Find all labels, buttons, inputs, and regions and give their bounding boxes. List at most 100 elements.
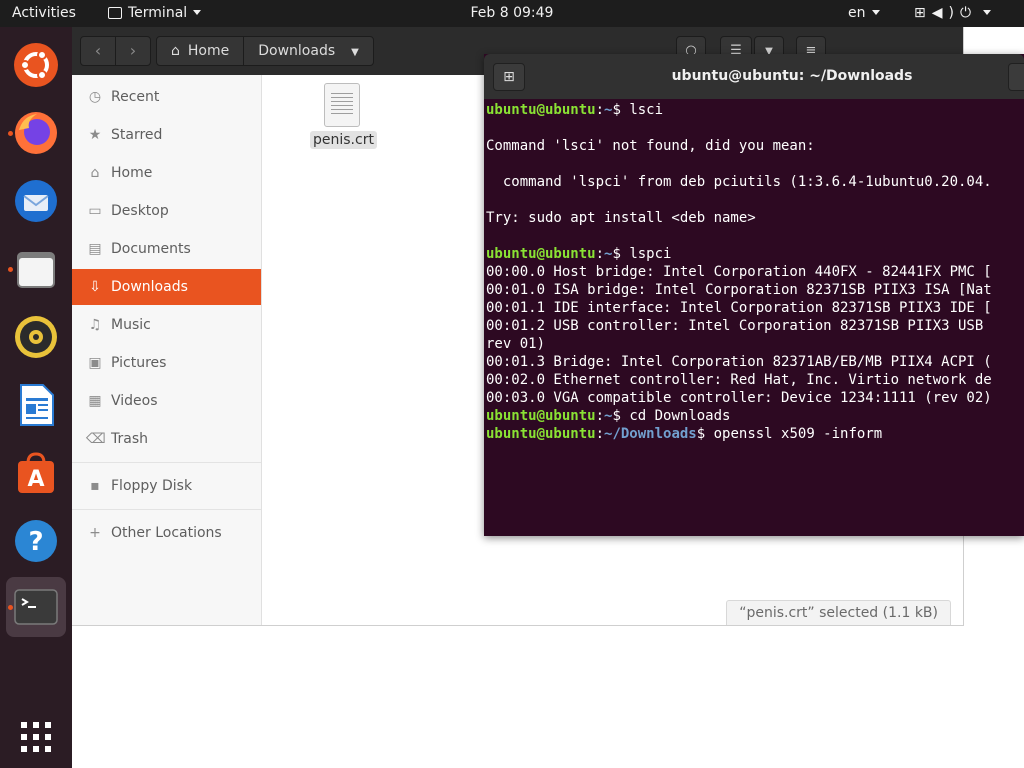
top-bar: Activities Terminal Feb 8 09:49 en ⊞◀)⏻ <box>0 0 1024 27</box>
sidebar-item-label: Desktop <box>111 203 169 219</box>
prompt-user: ubuntu@ubuntu <box>486 408 596 424</box>
breadcrumb-home-label: Home <box>187 43 230 59</box>
software-bag-icon: A <box>18 452 54 493</box>
writer-icon <box>20 384 54 426</box>
sidebar-item-label: Documents <box>111 241 191 257</box>
terminal-prompt-line: ubuntu@ubuntu:~/Downloads$ openssl x509 … <box>486 425 1024 443</box>
text-file-icon <box>324 83 360 127</box>
dock-item-ubuntu[interactable] <box>6 35 66 95</box>
activities-button[interactable]: Activities <box>12 0 76 27</box>
sidebar-item-documents[interactable]: ▤ Documents <box>72 231 261 267</box>
power-icon: ⏻ <box>959 5 978 21</box>
dock-item-help[interactable]: ? <box>6 511 66 571</box>
file-item[interactable]: penis.crt <box>310 83 377 149</box>
sidebar-item-downloads[interactable]: ⇩ Downloads <box>72 269 261 305</box>
grid-icon <box>21 722 51 752</box>
plus-icon: + <box>89 525 101 541</box>
terminal-output-line: rev 01) <box>486 336 546 352</box>
chevron-down-icon <box>871 10 880 15</box>
sidebar-item-label: Other Locations <box>111 525 222 541</box>
clock[interactable]: Feb 8 09:49 <box>471 5 554 21</box>
selection-status: “penis.crt” selected (1.1 kB) <box>726 600 951 625</box>
terminal-prompt-line: ubuntu@ubuntu:~$ cd Downloads <box>486 407 1024 425</box>
sidebar-item-music[interactable]: ♫ Music <box>72 307 261 343</box>
terminal-output-line: command 'lspci' from deb pciutils (1:3.6… <box>486 174 992 190</box>
terminal-output-line: Try: sudo apt install <deb name> <box>486 210 756 226</box>
sidebar-item-trash[interactable]: ⌫ Trash <box>72 421 261 457</box>
prompt-separator: : <box>595 408 605 424</box>
download-icon: ⇩ <box>89 279 101 295</box>
terminal-output-line: 00:00.0 Host bridge: Intel Corporation 4… <box>486 264 992 280</box>
terminal-headerbar: ⊞ ubuntu@ubuntu: ~/Downloads <box>484 54 1024 99</box>
prompt-user: ubuntu@ubuntu <box>486 426 596 442</box>
terminal-output-line: 00:01.0 ISA bridge: Intel Corporation 82… <box>486 282 992 298</box>
dock-item-firefox[interactable] <box>6 103 66 163</box>
terminal-window: ⊞ ubuntu@ubuntu: ~/Downloads ubuntu@ubun… <box>484 54 1024 536</box>
ubuntu-logo-icon <box>14 43 58 87</box>
sidebar-item-other-locations[interactable]: + Other Locations <box>72 515 261 551</box>
forward-button[interactable]: › <box>115 36 151 66</box>
sidebar-item-floppy-disk[interactable]: ▪ Floppy Disk <box>72 468 261 504</box>
breadcrumb-downloads[interactable]: Downloads ▼ <box>244 37 373 65</box>
dock-item-software[interactable]: A <box>6 443 66 503</box>
terminal-title: ubuntu@ubuntu: ~/Downloads <box>671 68 913 84</box>
speaker-icon <box>15 316 57 358</box>
command-text: lsci <box>620 102 664 118</box>
prompt-user: ubuntu@ubuntu <box>486 102 596 118</box>
terminal-search-button[interactable] <box>1008 63 1024 91</box>
breadcrumb-home[interactable]: ⌂ Home <box>157 37 245 65</box>
terminal-output-line: 00:03.0 VGA compatible controller: Devic… <box>486 390 992 406</box>
dock-item-thunderbird[interactable] <box>6 171 66 231</box>
chevron-down-icon <box>193 10 202 15</box>
sidebar-item-starred[interactable]: ★ Starred <box>72 117 261 153</box>
terminal-output-line: 00:01.3 Bridge: Intel Corporation 82371A… <box>486 354 992 370</box>
home-icon: ⌂ <box>90 165 100 181</box>
chevron-down-icon <box>983 10 992 15</box>
sidebar-item-videos[interactable]: ▦ Videos <box>72 383 261 419</box>
sidebar-item-label: Trash <box>111 431 148 447</box>
sidebar-item-pictures[interactable]: ▣ Pictures <box>72 345 261 381</box>
sidebar-item-label: Music <box>111 317 151 333</box>
sidebar-item-label: Home <box>111 165 153 181</box>
back-button[interactable]: ‹ <box>80 36 116 66</box>
dock-item-writer[interactable] <box>6 375 66 435</box>
language-selector[interactable]: en <box>848 0 880 27</box>
prompt-symbol: $ <box>612 408 621 424</box>
dock-item-terminal[interactable] <box>6 577 66 637</box>
dock-item-files[interactable] <box>6 239 66 299</box>
prompt-separator: : <box>595 102 605 118</box>
app-menu[interactable]: Terminal <box>108 0 202 27</box>
terminal-output-line: 00:02.0 Ethernet controller: Red Hat, In… <box>486 372 992 388</box>
trash-icon: ⌫ <box>86 431 106 447</box>
prompt-path: ~/Downloads <box>604 426 697 442</box>
system-menu[interactable]: ⊞◀)⏻ <box>914 0 992 27</box>
sidebar-item-label: Pictures <box>111 355 167 371</box>
terminal-output[interactable]: ubuntu@ubuntu:~$ lsci Command 'lsci' not … <box>486 101 1024 531</box>
file-name: penis.crt <box>310 131 377 149</box>
sidebar-item-desktop[interactable]: ▭ Desktop <box>72 193 261 229</box>
prompt-symbol: $ <box>612 246 621 262</box>
pictures-icon: ▣ <box>88 355 102 371</box>
sidebar-item-label: Floppy Disk <box>111 478 193 494</box>
show-applications-button[interactable] <box>6 707 66 767</box>
documents-icon: ▤ <box>88 241 102 257</box>
dock-item-rhythmbox[interactable] <box>6 307 66 367</box>
app-menu-label: Terminal <box>128 5 188 21</box>
terminal-output-line: 00:01.1 IDE interface: Intel Corporation… <box>486 300 992 316</box>
network-icon: ⊞ <box>914 5 932 21</box>
prompt-user: ubuntu@ubuntu <box>486 246 596 262</box>
sidebar-item-label: Starred <box>111 127 163 143</box>
sidebar-item-recent[interactable]: ◷ Recent <box>72 79 261 115</box>
prompt-separator: : <box>595 246 605 262</box>
sidebar-item-label: Videos <box>111 393 158 409</box>
sidebar: ◷ Recent ★ Starred ⌂ Home ▭ Desktop ▤ Documen… <box>72 75 262 625</box>
firefox-icon <box>15 112 57 154</box>
sidebar-divider <box>72 462 261 463</box>
terminal-output-line: 00:01.2 USB controller: Intel Corporatio… <box>486 318 984 334</box>
videos-icon: ▦ <box>88 393 102 409</box>
sidebar-item-home[interactable]: ⌂ Home <box>72 155 261 191</box>
breadcrumb: ⌂ Home Downloads ▼ <box>156 36 374 66</box>
